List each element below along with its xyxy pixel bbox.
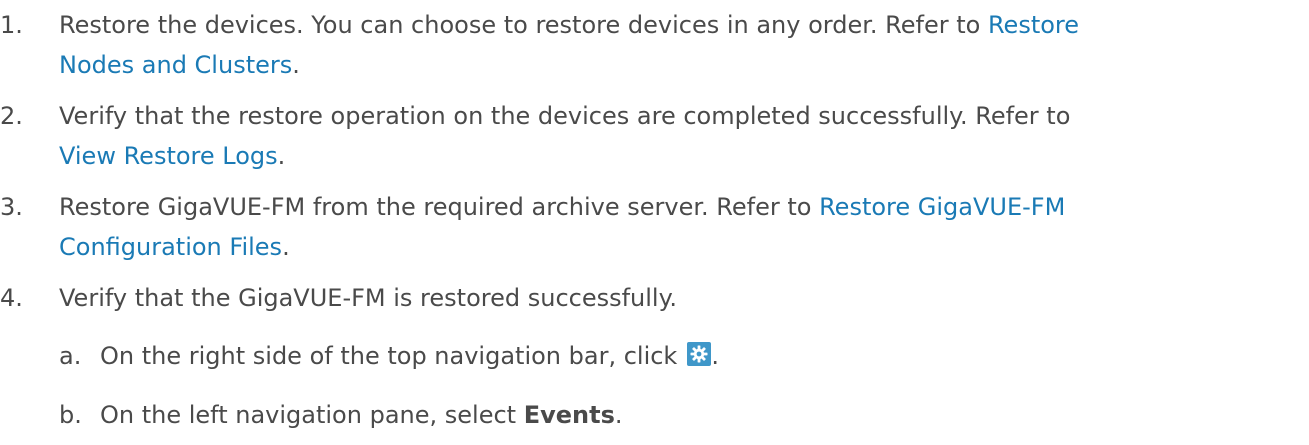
- restore-nodes-link[interactable]: Restore: [988, 11, 1079, 39]
- procedure-document: 1. Restore the devices. You can choose t…: [0, 0, 1309, 445]
- step-body: Restore the devices. You can choose to r…: [59, 8, 1309, 82]
- step-number: 2.: [0, 102, 23, 130]
- step-line: Nodes and Clusters.: [59, 48, 1309, 82]
- substep-text: On the right side of the top navigation …: [100, 342, 678, 370]
- events-label: Events: [523, 401, 615, 429]
- step-number: 3.: [0, 193, 23, 221]
- step-text: Verify that the GigaVUE-FM is restored s…: [59, 284, 678, 312]
- restore-fm-config-link[interactable]: Restore GigaVUE-FM: [819, 193, 1065, 221]
- step-text: Verify that the restore operation on the…: [59, 102, 1071, 130]
- restore-nodes-link-cont[interactable]: Nodes and Clusters: [59, 51, 292, 79]
- step-line: Configuration Files.: [59, 230, 1309, 264]
- step-body: Restore GigaVUE-FM from the required arc…: [59, 190, 1309, 264]
- step-line: Verify that the restore operation on the…: [59, 99, 1309, 133]
- step-body: Verify that the restore operation on the…: [59, 99, 1309, 173]
- step-suffix: .: [277, 142, 286, 170]
- step-suffix: .: [292, 51, 300, 79]
- step-text: Restore GigaVUE-FM from the required arc…: [59, 193, 820, 221]
- step-number: 1.: [0, 11, 23, 39]
- step-line: Restore GigaVUE-FM from the required arc…: [59, 190, 1309, 224]
- step-line: Restore the devices. You can choose to r…: [59, 8, 1309, 42]
- step-line: Verify that the GigaVUE-FM is restored s…: [59, 281, 1309, 315]
- step-text: Restore the devices. You can choose to r…: [59, 11, 988, 39]
- step-number: 4.: [0, 284, 23, 312]
- substep-letter: a.: [59, 342, 82, 370]
- step-body: Verify that the GigaVUE-FM is restored s…: [59, 281, 1309, 315]
- substep-suffix: .: [614, 401, 623, 429]
- restore-fm-config-link-cont[interactable]: Configuration Files: [59, 233, 282, 261]
- substep-letter: b.: [59, 401, 82, 429]
- substep-text-wrap: On the right side of the top navigation …: [100, 339, 719, 373]
- step-line: View Restore Logs.: [59, 139, 1309, 173]
- substep-text: On the left navigation pane, select: [100, 401, 524, 429]
- step-suffix: .: [282, 233, 290, 261]
- substep-suffix: .: [711, 342, 719, 370]
- view-restore-logs-link[interactable]: View Restore Logs: [59, 142, 278, 170]
- gear-icon: [687, 342, 712, 366]
- substep-text-wrap: On the left navigation pane, select Even…: [100, 398, 623, 432]
